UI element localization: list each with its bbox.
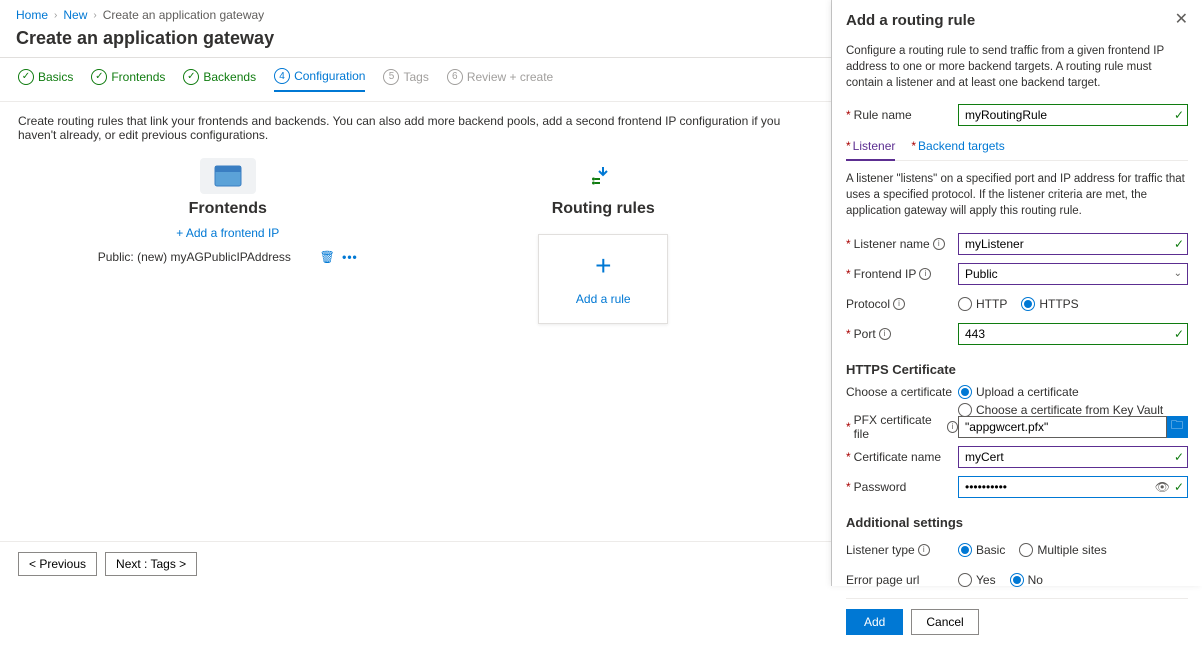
chevron-right-icon: › [54,10,57,21]
routing-rules-icon [575,158,631,194]
frontend-ip-label: *Frontend IPi [846,267,958,281]
frontends-icon [200,158,256,194]
close-icon[interactable]: ✕ [1175,12,1188,28]
chevron-right-icon: › [93,10,96,21]
panel-title: Add a routing rule [846,12,975,29]
error-page-label: Error page url [846,573,958,587]
rule-name-label: *Rule name [846,108,958,122]
config-description: Create routing rules that link your fron… [0,102,831,158]
info-icon[interactable]: i [918,544,930,556]
panel-description: Configure a routing rule to send traffic… [846,43,1188,91]
rule-name-input[interactable] [958,104,1188,126]
info-icon[interactable]: i [919,268,931,280]
frontends-title: Frontends [189,200,267,218]
frontend-ip-label: Public: (new) myAGPublicIPAddress [98,250,291,264]
folder-icon: 🗀 [1171,416,1183,437]
plus-icon: + [595,252,611,280]
wizard-tabs: ✓Basics ✓Frontends ✓Backends 4Configurat… [0,58,831,102]
password-label: *Password [846,480,958,494]
additional-settings-heading: Additional settings [846,515,1188,530]
add-routing-rule-panel: Add a routing rule ✕ Configure a routing… [832,0,1202,586]
protocol-https-radio[interactable]: HTTPS [1021,297,1078,311]
breadcrumb-home[interactable]: Home [16,8,48,22]
https-certificate-heading: HTTPS Certificate [846,362,1188,377]
breadcrumb: Home › New › Create an application gatew… [0,0,831,26]
frontends-column: Frontends + Add a frontend IP Public: (n… [78,158,378,324]
tab-review: 6Review + create [447,68,553,91]
listener-name-label: *Listener namei [846,237,958,251]
page-title: Create an application gateway [0,26,831,58]
tab-configuration[interactable]: 4Configuration [274,68,365,92]
wizard-footer: < Previous Next : Tags > [0,541,831,586]
breadcrumb-current: Create an application gateway [103,8,264,22]
certificate-name-input[interactable] [958,446,1188,468]
config-canvas: Frontends + Add a frontend IP Public: (n… [0,158,831,324]
listener-description: A listener "listens" on a specified port… [846,171,1188,219]
tab-basics[interactable]: ✓Basics [18,68,73,91]
breadcrumb-new[interactable]: New [63,8,87,22]
info-icon[interactable]: i [879,328,891,340]
upload-certificate-radio[interactable]: Upload a certificate [958,385,1079,399]
password-input[interactable] [958,476,1188,498]
pfx-file-input[interactable] [958,416,1167,438]
choose-certificate-label: Choose a certificate [846,385,958,399]
browse-file-button[interactable]: 🗀 [1166,416,1188,438]
main-panel: Home › New › Create an application gatew… [0,0,832,586]
subtab-listener[interactable]: *Listener [846,139,895,161]
port-input[interactable] [958,323,1188,345]
tab-backends[interactable]: ✓Backends [183,68,256,91]
frontend-ip-select[interactable] [958,263,1188,285]
tab-frontends[interactable]: ✓Frontends [91,68,165,91]
certificate-name-label: *Certificate name [846,450,958,464]
add-rule-label: Add a rule [576,292,631,306]
listener-name-input[interactable] [958,233,1188,255]
check-icon: ✓ [183,69,199,85]
frontend-ip-item: Public: (new) myAGPublicIPAddress 🗑 ••• [98,250,358,264]
tab-tags: 5Tags [383,68,428,91]
check-icon: ✓ [91,69,107,85]
check-icon: ✓ [18,69,34,85]
routing-rules-column: Routing rules + Add a rule [453,158,753,324]
cancel-button[interactable]: Cancel [911,609,978,635]
panel-subtabs: *Listener *Backend targets [846,139,1188,161]
routing-rules-title: Routing rules [552,200,655,218]
listener-type-multiple-radio[interactable]: Multiple sites [1019,543,1106,557]
info-icon[interactable]: i [947,421,958,433]
more-icon[interactable]: ••• [342,250,358,264]
listener-type-label: Listener typei [846,543,958,557]
add-button[interactable]: Add [846,609,903,635]
error-page-yes-radio[interactable]: Yes [958,573,996,587]
protocol-label: Protocoli [846,297,958,311]
info-icon[interactable]: i [933,238,945,250]
info-icon[interactable]: i [893,298,905,310]
panel-footer: Add Cancel [846,598,1188,645]
delete-icon[interactable]: 🗑 [320,250,335,264]
add-frontend-ip-link[interactable]: + Add a frontend IP [176,226,279,240]
next-button[interactable]: Next : Tags > [105,552,197,576]
subtab-backend-targets[interactable]: *Backend targets [911,139,1004,160]
add-rule-card[interactable]: + Add a rule [538,234,668,324]
previous-button[interactable]: < Previous [18,552,97,576]
listener-type-basic-radio[interactable]: Basic [958,543,1005,557]
pfx-file-label: *PFX certificate filei [846,413,958,441]
eye-icon[interactable]: 👁 [1155,480,1170,494]
port-label: *Porti [846,327,958,341]
error-page-no-radio[interactable]: No [1010,573,1043,587]
protocol-http-radio[interactable]: HTTP [958,297,1007,311]
